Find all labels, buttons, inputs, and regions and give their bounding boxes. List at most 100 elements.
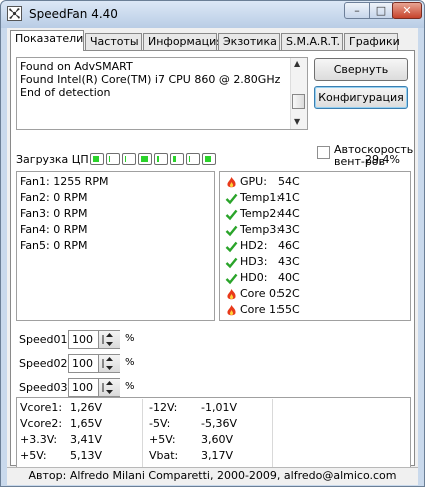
log-line: End of detection	[20, 86, 111, 99]
log-line: Found Intel(R) Core(TM) i7 CPU 860 @ 2.8…	[20, 73, 281, 86]
speed-value[interactable]: 100	[72, 381, 93, 394]
fans-box: Fan1: 1255 RPM Fan2: 0 RPM Fan3: 0 RPM F…	[16, 171, 215, 321]
speedfan-window: SpeedFan 4.40 – □ ✕ Показатели Частоты И…	[0, 0, 425, 487]
flame-icon	[225, 304, 238, 317]
log-scrollbar[interactable]: ▲ ▼	[290, 58, 307, 129]
voltage-name: +5V:	[20, 449, 47, 462]
configure-button[interactable]: Конфигурация	[314, 86, 408, 109]
close-button[interactable]: ✕	[392, 2, 422, 19]
temp-value: 41C	[278, 191, 300, 204]
check-icon	[225, 240, 238, 253]
cpu-core-meter	[186, 153, 200, 165]
speed-spinbox[interactable]: 100	[68, 330, 120, 349]
readings-panel: Found on AdvSMART Found Intel(R) Core(TM…	[10, 50, 415, 485]
tab-grafiki[interactable]: Графики	[344, 33, 400, 50]
check-icon	[225, 272, 238, 285]
speed-spinbox[interactable]: 100	[68, 354, 120, 373]
speed-label: Speed01:	[19, 333, 72, 346]
speedfan-app-icon[interactable]	[7, 6, 22, 21]
tab-ekzotika[interactable]: Экзотика	[218, 33, 280, 50]
voltage-name: Vcore2:	[20, 417, 63, 430]
temp-value: 46C	[278, 239, 300, 252]
tab-chastoty[interactable]: Частоты	[85, 33, 142, 50]
cpu-core-meter	[106, 153, 120, 165]
scroll-thumb[interactable]	[292, 94, 305, 109]
fan-reading: Fan5: 0 RPM	[20, 239, 88, 252]
check-icon	[225, 208, 238, 221]
cpu-core-meter	[154, 153, 168, 165]
cpu-core-fill	[205, 156, 211, 162]
percent-unit: %	[125, 357, 135, 368]
temp-value: 54C	[278, 175, 300, 188]
cpu-core-fill	[157, 156, 159, 162]
spin-arrows-icon[interactable]	[98, 331, 120, 348]
maximize-button[interactable]: □	[369, 2, 393, 19]
spin-arrows-icon[interactable]	[98, 355, 120, 372]
check-icon	[225, 256, 238, 269]
detection-log[interactable]: Found on AdvSMART Found Intel(R) Core(TM…	[16, 57, 308, 130]
auto-speed-checkbox[interactable]	[317, 146, 330, 159]
voltage-value: 1,65V	[70, 417, 103, 430]
voltage-name: +3.3V:	[20, 433, 58, 446]
cpu-usage-percent: 29,4%	[365, 153, 400, 166]
percent-unit: %	[125, 381, 135, 392]
flame-icon	[225, 288, 238, 301]
speed-spinbox[interactable]: 100	[68, 378, 120, 397]
temp-value: 40C	[278, 271, 300, 284]
fan-reading: Fan2: 0 RPM	[20, 191, 88, 204]
temp-name: HD0:	[240, 271, 268, 284]
voltage-value: 3,41V	[70, 433, 103, 446]
cpu-usage-label: Загрузка ЦП	[16, 153, 89, 166]
speed-label: Speed02:	[19, 357, 72, 370]
temp-name: Core 0:	[240, 287, 280, 300]
minimize-button[interactable]: –	[344, 2, 370, 19]
temp-name: Temp2:	[240, 207, 281, 220]
temperatures-box: GPU: 54C Temp1: 41C Temp2: 44C Temp3: 43C HD2: 46…	[219, 171, 411, 321]
scroll-up-icon[interactable]: ▲	[294, 59, 300, 68]
speed-value[interactable]: 100	[72, 357, 93, 370]
voltage-value: 3,17V	[201, 449, 234, 462]
scroll-down-icon[interactable]: ▼	[294, 117, 300, 126]
tab-smart[interactable]: S.M.A.R.T.	[281, 33, 343, 50]
voltage-value: -1,01V	[201, 401, 237, 414]
spin-arrows-icon[interactable]	[98, 379, 120, 396]
cpu-core-meter	[202, 153, 216, 165]
temp-value: 43C	[278, 223, 300, 236]
voltage-value: 3,60V	[201, 433, 234, 446]
cpu-core-fill	[109, 156, 110, 162]
status-bar: Автор: Alfredo Milani Comparetti, 2000-2…	[7, 467, 418, 485]
temp-name: Temp1:	[240, 191, 281, 204]
cpu-core-fill	[93, 156, 99, 162]
voltage-name: -5V:	[149, 417, 171, 430]
cpu-core-fill	[141, 156, 148, 162]
voltage-value: 5,13V	[70, 449, 103, 462]
temp-name: HD3:	[240, 255, 268, 268]
percent-unit: %	[125, 333, 135, 344]
temp-value: 44C	[278, 207, 300, 220]
title-bar[interactable]: SpeedFan 4.40 – □ ✕	[1, 1, 424, 28]
voltage-value: -5,36V	[201, 417, 237, 430]
temp-value: 52C	[278, 287, 300, 300]
cpu-core-meter	[170, 153, 184, 165]
temp-name: Core 1:	[240, 303, 280, 316]
voltage-name: Vcore1:	[20, 401, 63, 414]
speed-value[interactable]: 100	[72, 333, 93, 346]
fan-reading: Fan3: 0 RPM	[20, 207, 88, 220]
client-area: Показатели Частоты Информация Экзотика S…	[7, 28, 418, 485]
tab-pokazateli[interactable]: Показатели	[10, 30, 84, 51]
cpu-core-meter	[122, 153, 136, 165]
temp-name: GPU:	[240, 175, 267, 188]
check-icon	[225, 192, 238, 205]
cpu-core-fill	[173, 156, 176, 162]
cpu-core-fill	[125, 156, 126, 162]
cpu-core-fill	[189, 156, 190, 162]
voltage-name: -12V:	[149, 401, 178, 414]
minimize-to-tray-button[interactable]: Свернуть	[314, 58, 408, 81]
tab-informatsiya[interactable]: Информация	[143, 33, 223, 50]
temp-value: 55C	[278, 303, 300, 316]
temp-name: HD2:	[240, 239, 268, 252]
speed-label: Speed03:	[19, 381, 72, 394]
fan-reading: Fan1: 1255 RPM	[20, 175, 109, 188]
cpu-core-meter	[138, 153, 152, 165]
window-title: SpeedFan 4.40	[29, 7, 118, 21]
